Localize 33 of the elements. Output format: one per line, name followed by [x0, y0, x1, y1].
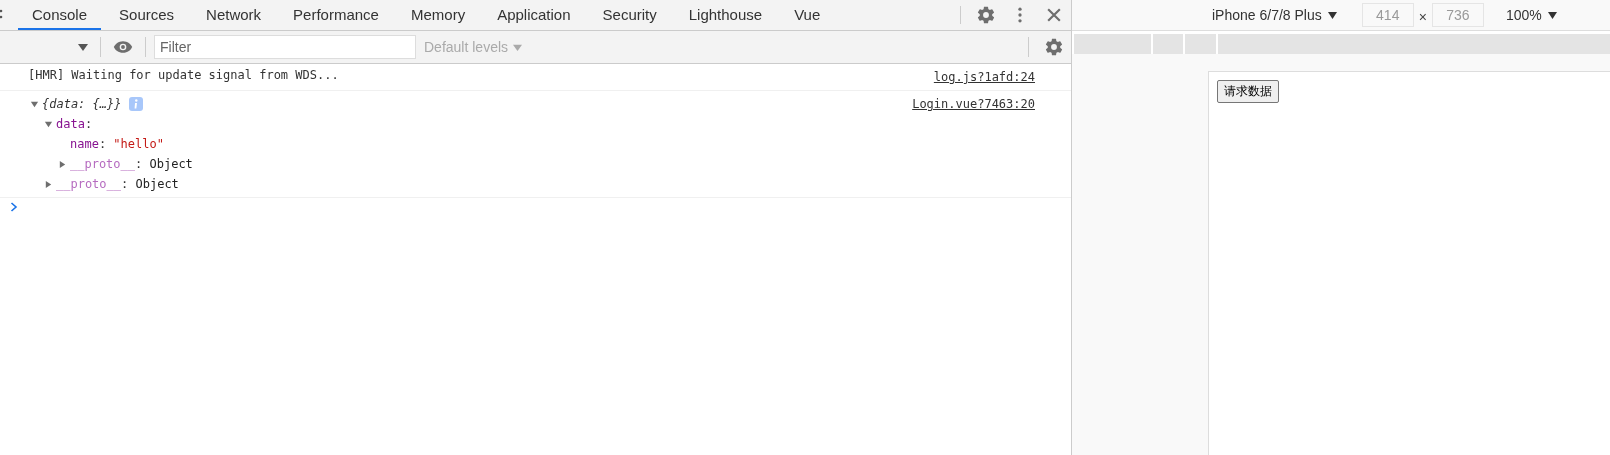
prompt-chevron-icon[interactable]	[10, 202, 18, 212]
property-entry: __proto__: Object	[56, 175, 179, 193]
tab[interactable]: Vue	[780, 0, 835, 30]
dimension-separator: ×	[1418, 9, 1427, 25]
filter-field[interactable]: Filter	[154, 35, 416, 59]
source-link[interactable]: log.js?1afd:24	[933, 67, 1035, 87]
caret-icon	[1327, 10, 1337, 20]
settings-icon[interactable]	[976, 5, 996, 25]
device-dropdown[interactable]: iPhone 6/7/8 Plus	[1212, 7, 1337, 23]
tab[interactable]: Memory	[396, 0, 480, 30]
settings-icon[interactable]	[1044, 37, 1064, 57]
tab[interactable]: Network	[192, 0, 276, 30]
tab[interactable]: Application	[483, 0, 585, 30]
caret-icon	[1547, 10, 1557, 20]
expanded-arrow-icon[interactable]	[44, 119, 53, 129]
caret-icon	[513, 42, 523, 52]
property-entry: data:	[56, 115, 93, 133]
property-entry: name: "hello"	[70, 135, 164, 153]
tab[interactable]: Lighthouse	[674, 0, 777, 30]
tab[interactable]: Security	[588, 0, 671, 30]
collapsed-arrow-icon[interactable]	[58, 159, 67, 169]
collapsed-arrow-icon[interactable]	[44, 179, 53, 189]
expanded-arrow-icon[interactable]	[30, 99, 39, 109]
request-data-button[interactable]: 请求数据	[1217, 80, 1279, 103]
property-entry: __proto__: Object	[70, 155, 193, 173]
object-preview: {data: {…}}	[42, 95, 122, 113]
tab[interactable]: Sources	[105, 0, 189, 30]
source-link[interactable]: Login.vue?7463:20	[912, 94, 1035, 114]
eye-icon[interactable]	[113, 40, 133, 54]
log-message: [HMR] Waiting for update signal from WDS...	[28, 67, 339, 84]
tab[interactable]: Performance	[279, 0, 393, 30]
dropdown-arrow-icon[interactable]	[78, 42, 88, 52]
zoom-dropdown[interactable]: 100%	[1505, 7, 1557, 23]
